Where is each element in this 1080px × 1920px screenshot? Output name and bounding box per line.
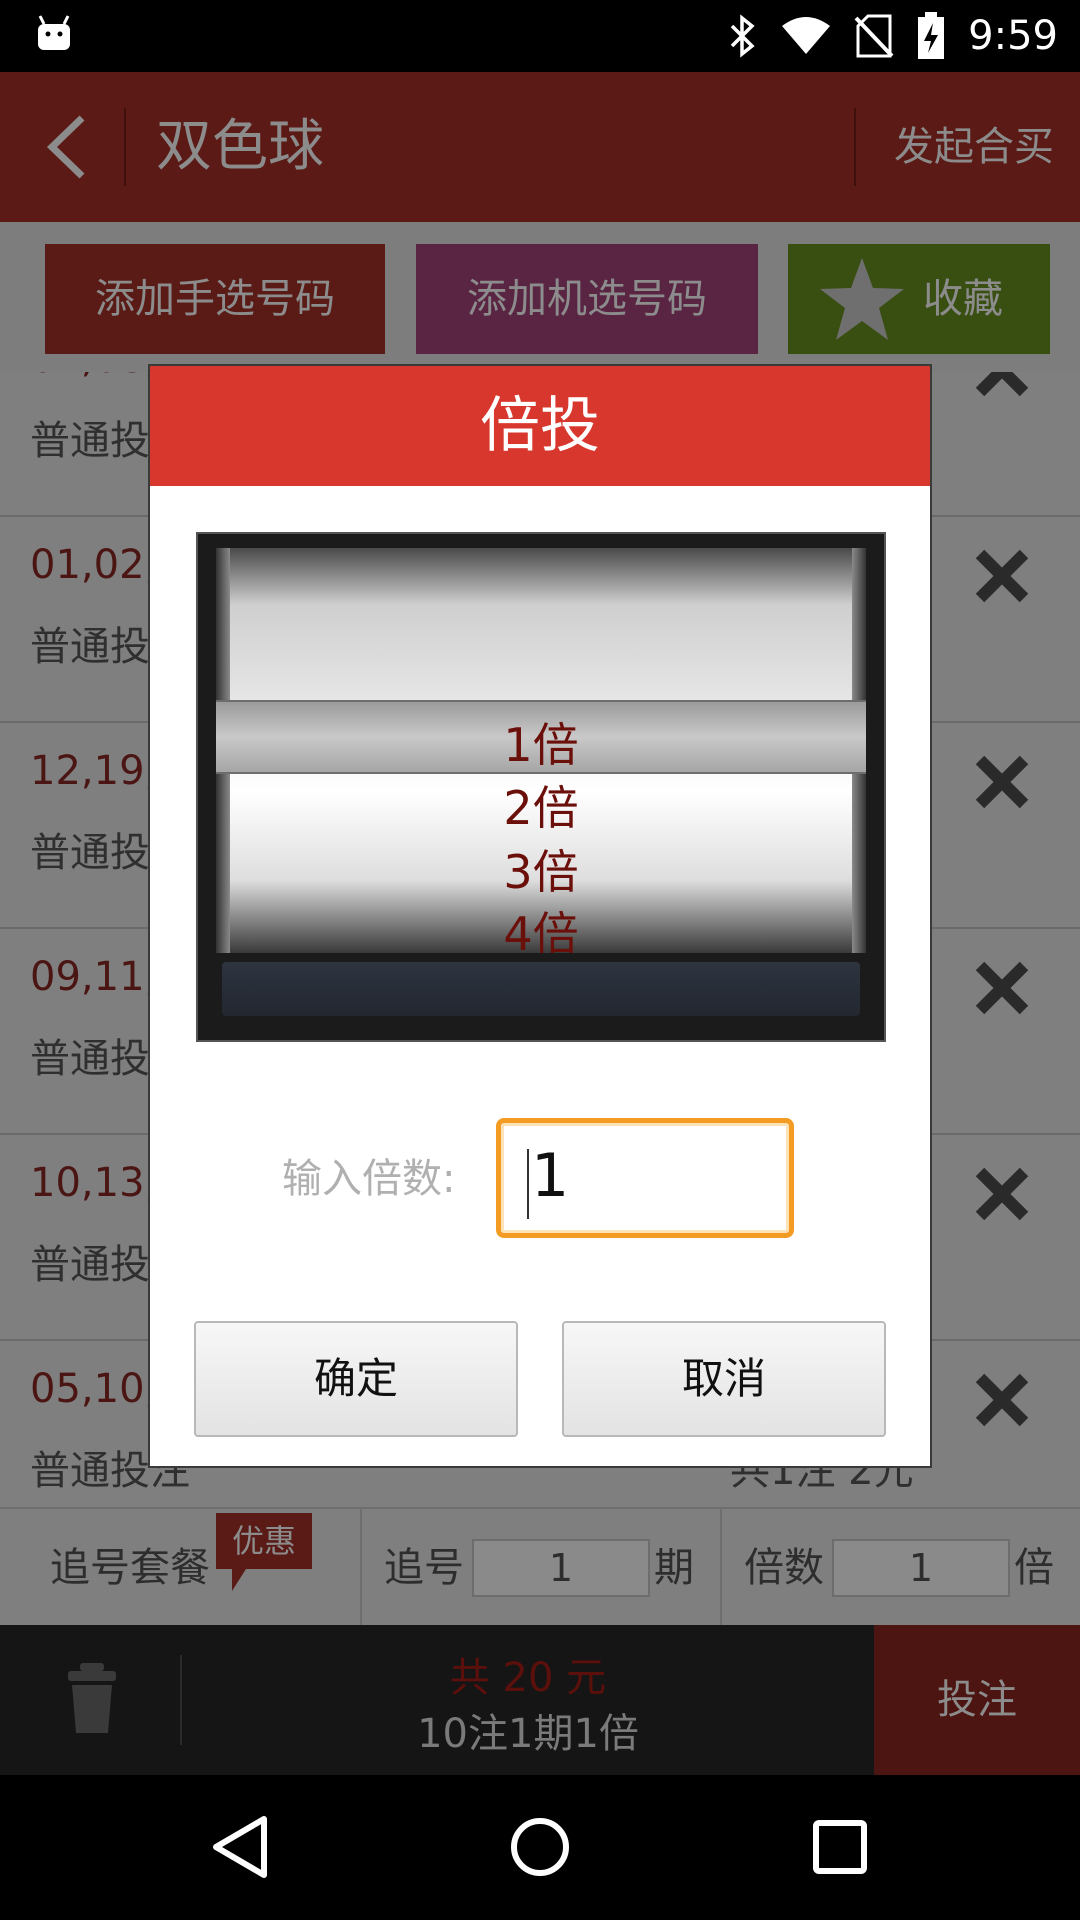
back-arrow-icon[interactable] xyxy=(42,114,92,180)
confirm-button[interactable]: 确定 xyxy=(194,1321,518,1437)
options-bar: 追号套餐 优惠 追号 1 期 倍数 1 倍 xyxy=(0,1507,1080,1627)
bet-type: 普通投 xyxy=(30,418,150,464)
android-icon xyxy=(38,15,70,50)
total-amount: 共 20 元 xyxy=(449,1655,607,1701)
chase-periods-input[interactable]: 1 xyxy=(472,1539,650,1597)
no-sim-icon xyxy=(854,14,894,58)
bet-type: 普通投 xyxy=(30,624,150,670)
wheel-item[interactable]: 4倍 xyxy=(216,898,866,953)
status-bar: 9:59 xyxy=(0,0,1080,72)
wheel-item[interactable]: 1倍 xyxy=(216,709,866,775)
delete-icon[interactable] xyxy=(974,548,1030,604)
chase-label: 追号 xyxy=(384,1545,464,1591)
bet-type: 普通投 xyxy=(30,830,150,876)
bet-numbers: 10,13, xyxy=(30,1160,158,1206)
bet-type: 普通投 xyxy=(30,1242,150,1288)
battery-charging-icon xyxy=(918,12,945,59)
app-bar: 双色球 发起合买 xyxy=(0,72,1080,222)
favorite-label: 收藏 xyxy=(923,276,1003,322)
multiplier-input[interactable]: 1 xyxy=(496,1118,794,1238)
bet-detail: 10注1期1倍 xyxy=(417,1711,639,1757)
star-icon xyxy=(820,258,904,340)
clock: 9:59 xyxy=(968,13,1058,59)
divider xyxy=(854,108,856,186)
divider xyxy=(124,108,126,186)
recents-nav-icon[interactable] xyxy=(804,1811,876,1883)
wifi-icon xyxy=(782,17,831,54)
action-button-row: 添加手选号码 添加机选号码 收藏 xyxy=(0,222,1080,372)
trash-icon[interactable] xyxy=(66,1661,118,1735)
multiplier-input-label: 输入倍数: xyxy=(282,1156,456,1202)
chase-package-button[interactable]: 追号套餐 xyxy=(50,1509,210,1627)
dialog-title: 倍投 xyxy=(150,366,930,486)
bet-numbers: 01,02, xyxy=(30,542,158,588)
wheel-base xyxy=(222,962,860,1016)
submit-bet-button[interactable]: 投注 xyxy=(874,1625,1080,1775)
cancel-button[interactable]: 取消 xyxy=(562,1321,886,1437)
home-nav-icon[interactable] xyxy=(504,1811,576,1883)
bet-type: 普通投 xyxy=(30,1036,150,1082)
wheel-item[interactable]: 3倍 xyxy=(216,836,866,902)
divider xyxy=(360,1509,362,1627)
footer-bar: 共 20 元 10注1期1倍 投注 xyxy=(0,1625,1080,1775)
chase-unit: 期 xyxy=(654,1545,694,1591)
text-cursor xyxy=(527,1149,529,1219)
navigation-bar xyxy=(0,1775,1080,1920)
add-random-numbers-button[interactable]: 添加机选号码 xyxy=(416,244,758,354)
add-manual-numbers-button[interactable]: 添加手选号码 xyxy=(45,244,385,354)
multiplier-picker-wheel[interactable]: 1倍 2倍 3倍 4倍 xyxy=(196,532,886,1042)
bluetooth-icon xyxy=(730,14,755,58)
delete-icon[interactable] xyxy=(974,960,1030,1016)
bet-numbers: 04,08, xyxy=(30,372,157,382)
multiple-unit: 倍 xyxy=(1014,1545,1054,1591)
multiple-input[interactable]: 1 xyxy=(832,1539,1010,1597)
delete-icon[interactable] xyxy=(974,372,1030,398)
delete-icon[interactable] xyxy=(974,1372,1030,1428)
multiplier-input-value: 1 xyxy=(531,1141,570,1211)
bet-numbers: 09,11, xyxy=(30,954,158,1000)
divider xyxy=(720,1509,722,1627)
multiplier-dialog: 倍投 1倍 2倍 3倍 4倍 输入倍数: 1 确定 取消 xyxy=(148,364,932,1468)
delete-icon[interactable] xyxy=(974,754,1030,810)
favorite-button[interactable]: 收藏 xyxy=(788,244,1050,354)
back-nav-icon[interactable] xyxy=(204,1811,276,1883)
wheel-item[interactable]: 2倍 xyxy=(216,772,866,838)
wheel-viewport: 1倍 2倍 3倍 4倍 xyxy=(198,534,884,953)
multiple-label: 倍数 xyxy=(744,1545,824,1591)
page-title: 双色球 xyxy=(156,114,324,179)
bet-numbers: 12,19, xyxy=(30,748,158,794)
bet-numbers: 05,10, xyxy=(30,1366,158,1412)
delete-icon[interactable] xyxy=(974,1166,1030,1222)
discount-badge: 优惠 xyxy=(216,1513,312,1591)
group-buy-button[interactable]: 发起合买 xyxy=(868,72,1080,222)
